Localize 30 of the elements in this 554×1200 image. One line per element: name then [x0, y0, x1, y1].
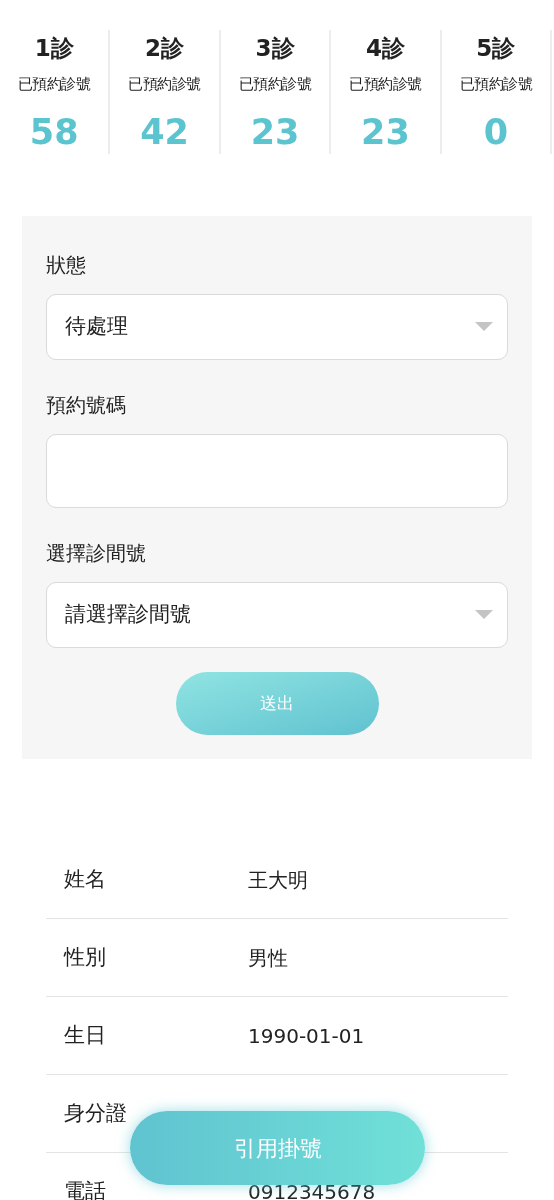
field-value: 王大明: [248, 866, 308, 894]
field-label: 身分證: [63, 1099, 128, 1127]
clinic-title: 4診: [365, 34, 405, 63]
booked-label: 已預約診號: [128, 74, 201, 95]
field-label: 姓名: [63, 865, 107, 893]
clinic-title: 1診: [34, 34, 74, 63]
dropdown[interactable]: 待處理: [46, 294, 508, 360]
clinic-title: 3診: [255, 34, 295, 63]
field-label: 生日: [63, 1021, 107, 1049]
dropdown-caret-icon: [475, 610, 493, 620]
booked-count: 58: [29, 112, 79, 152]
clinic-title: 2診: [145, 34, 185, 63]
booked-count: 23: [361, 112, 410, 152]
input-field[interactable]: [46, 434, 508, 508]
booked-label: 已預約診號: [17, 74, 91, 95]
booked-label: 已預約診號: [459, 74, 533, 95]
clinic-title: 5診: [476, 34, 516, 63]
field-value: 1990-01-01: [248, 1022, 365, 1050]
field-value: 男性: [248, 944, 288, 972]
booked-label: 已預約診號: [238, 74, 312, 95]
booked-count: 42: [140, 112, 189, 152]
field-label: 選擇診間號: [46, 540, 147, 567]
field-label: 狀態: [46, 252, 87, 279]
dropdown-caret-icon: [475, 322, 493, 332]
booked-count: 23: [250, 112, 300, 152]
dropdown[interactable]: 請選擇診間號: [46, 582, 508, 648]
booked-count: 0: [483, 112, 508, 152]
booked-label: 已預約診號: [349, 74, 422, 95]
field-label: 預約號碼: [46, 392, 127, 419]
field-label: 性別: [62, 943, 107, 971]
